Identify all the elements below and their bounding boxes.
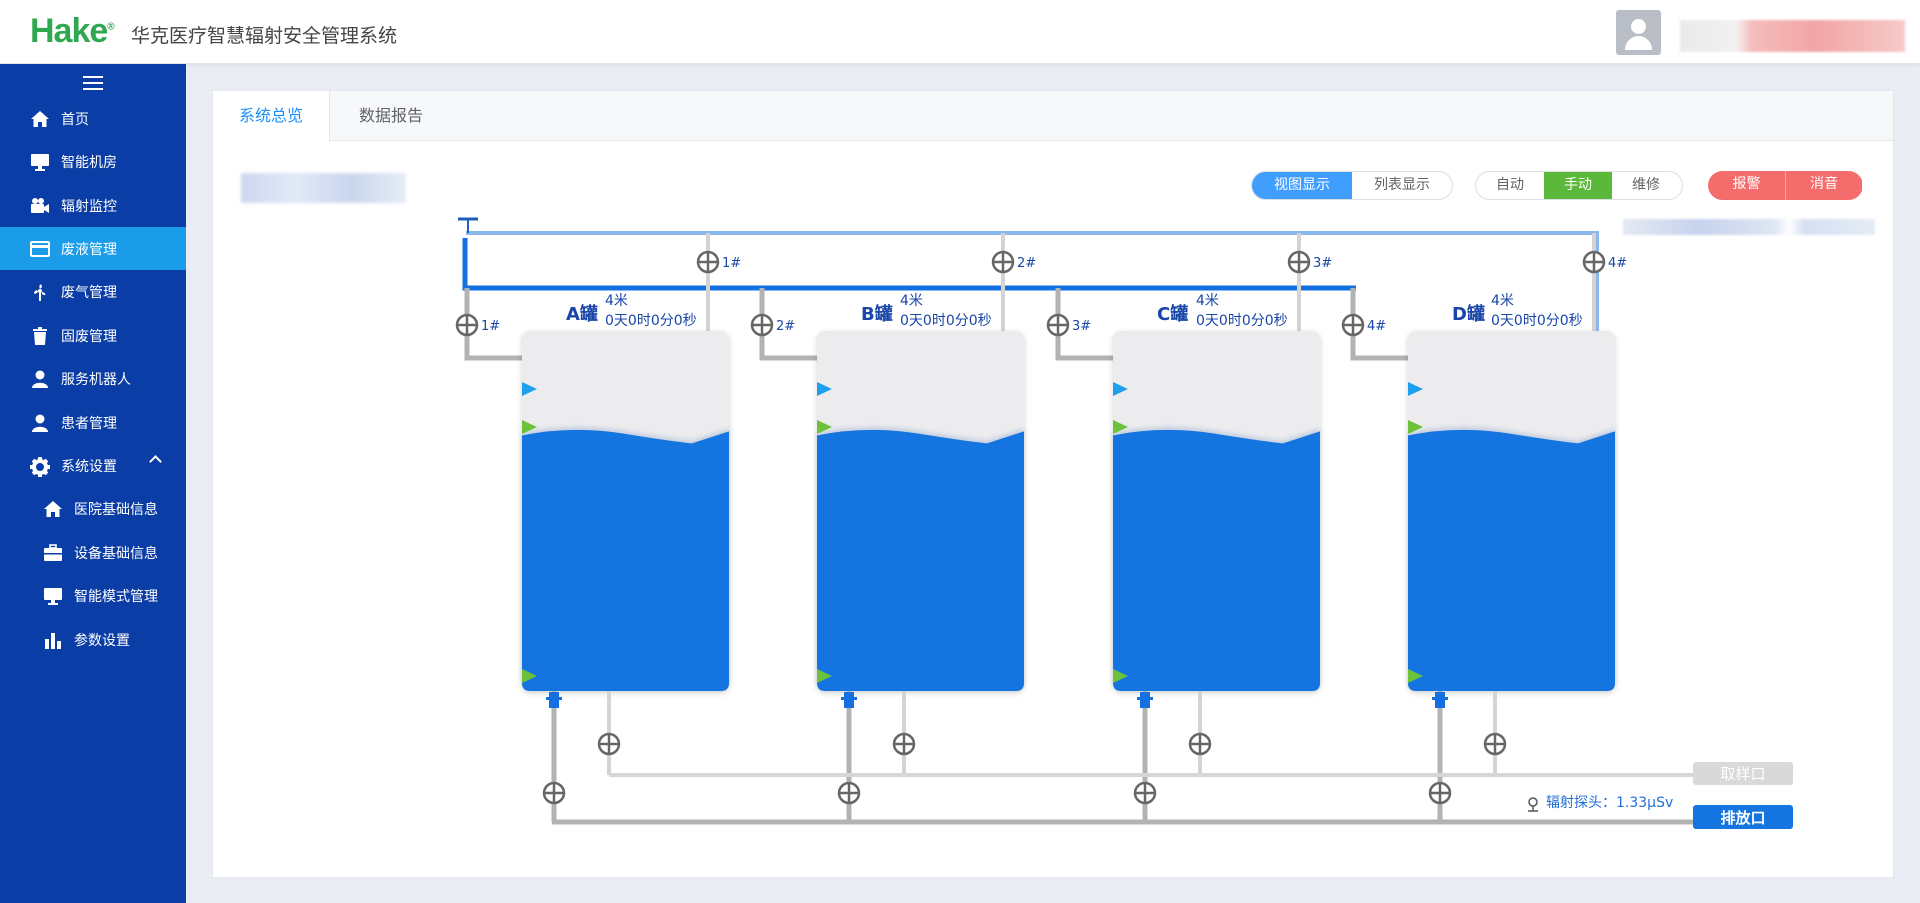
tank-diagram: A罐 4米 0天0时0分0秒 1# 1# B罐 4米 0天0时0分0秒 2# 2# C罐 4米 0天0时… [455,217,1793,829]
sidebar-item-label: 废气管理 [61,284,117,301]
brand-logo[interactable]: Hake® [30,12,115,51]
sidebar-item-label: 参数设置 [74,632,130,649]
sidebar-item-label: 系统设置 [61,458,117,475]
sidebar-subitem-parameters[interactable]: 参数设置 [0,618,186,661]
home-icon [43,500,63,518]
discharge-port-label: 排放口 [1720,809,1765,827]
sidebar-item-label: 设备基础信息 [74,545,158,562]
menu-collapse-icon[interactable] [83,76,103,92]
tank-name: A罐 [566,303,598,325]
sidebar-item-home[interactable]: 首页 [0,97,186,140]
main-panel: 系统总览 数据报告 视图显示 列表显示 自动 手动 维修 报警 消音 A罐 4米 0… [212,90,1894,878]
inlet-valve-icon[interactable] [455,313,479,337]
chevron-up-icon[interactable] [149,455,162,468]
inlet-valve-label: 4# [1367,319,1386,334]
tank-water-level [817,429,1024,691]
sidebar-item-label: 医院基础信息 [74,501,158,518]
sidebar-item-label: 智能模式管理 [74,588,158,605]
sidebar: 首页智能机房辐射监控废液管理废气管理固废管理服务机器人患者管理系统设置医院基础信… [0,64,186,903]
fan-icon [30,283,50,301]
sample-valve-icon[interactable] [597,732,621,756]
sidebar-item-smart-room[interactable]: 智能机房 [0,140,186,183]
vent-valve-label: 2# [1017,256,1036,271]
radiation-probe-icon [1528,797,1538,812]
sidebar-item-radiation-monitor[interactable]: 辐射监控 [0,184,186,227]
sidebar-item-label: 患者管理 [61,415,117,432]
sample-port-label: 取样口 [1720,765,1765,783]
sidebar-subitem-device-info[interactable]: 设备基础信息 [0,531,186,574]
discharge-valve-icon[interactable] [1133,781,1157,805]
tank-timer: 0天0时0分0秒 [1196,313,1288,329]
sidebar-item-label: 固废管理 [61,328,117,345]
inlet-valve-label: 1# [481,319,500,334]
sidebar-item-service-robot[interactable]: 服务机器人 [0,357,186,400]
tank-name: C罐 [1157,303,1188,325]
sample-valve-icon[interactable] [1188,732,1212,756]
vent-valve-icon[interactable] [696,250,720,274]
tank-water-level [1408,429,1615,691]
app-header: Hake® 华克医疗智慧辐射安全管理系统 [0,0,1920,64]
gear-icon [30,456,50,477]
inlet-valve-label: 3# [1072,319,1091,334]
inlet-valve-icon[interactable] [1046,313,1070,337]
discharge-valve-icon[interactable] [1428,781,1452,805]
radiation-probe-reading: 辐射探头：1.33μSv [1546,795,1673,811]
tank-timer: 0天0时0分0秒 [605,313,697,329]
discharge-valve-icon[interactable] [542,781,566,805]
discharge-valve-icon[interactable] [837,781,861,805]
tank-water-level [522,429,729,691]
tank-name: D罐 [1452,303,1485,325]
tank-level: 4米 [900,293,923,309]
sidebar-item-liquid-waste[interactable]: 废液管理 [0,227,186,270]
inlet-valve-label: 2# [776,319,795,334]
briefcase-icon [43,543,63,562]
sidebar-subitem-hospital-info[interactable]: 医院基础信息 [0,487,186,530]
tank-timer: 0天0时0分0秒 [900,313,992,329]
tank-water-level [1113,429,1320,691]
sidebar-item-system-settings[interactable]: 系统设置 [0,444,186,487]
inlet-valve-icon[interactable] [1341,313,1365,337]
user-avatar[interactable] [1616,10,1661,55]
inlet-valve-icon[interactable] [750,313,774,337]
sidebar-subitem-smart-mode[interactable]: 智能模式管理 [0,574,186,617]
tank-level: 4米 [1491,293,1514,309]
camera-icon [30,197,50,215]
vent-valve-label: 4# [1608,256,1627,271]
tank-timer: 0天0时0分0秒 [1491,313,1583,329]
sample-valve-icon[interactable] [892,732,916,756]
sidebar-item-label: 辐射监控 [61,198,117,215]
sidebar-item-label: 废液管理 [61,241,117,258]
sidebar-item-label: 智能机房 [61,154,117,171]
user-info-redacted[interactable] [1680,20,1905,52]
vent-valve-label: 1# [722,256,741,271]
tank-level: 4米 [605,293,628,309]
card-icon [30,240,50,258]
inlet-header-pipe [462,238,1356,291]
user-icon [30,370,50,388]
sidebar-item-gas-waste[interactable]: 废气管理 [0,270,186,313]
bar-chart-icon [43,631,63,649]
user-icon [30,414,50,432]
monitor-icon [43,587,63,605]
sidebar-item-solid-waste[interactable]: 固废管理 [0,314,186,357]
sidebar-item-label: 服务机器人 [61,371,131,388]
trash-icon [30,326,50,345]
sample-valve-icon[interactable] [1483,732,1507,756]
tank-level: 4米 [1196,293,1219,309]
system-title: 华克医疗智慧辐射安全管理系统 [131,25,398,47]
sidebar-item-patient-mgmt[interactable]: 患者管理 [0,401,186,444]
vent-valve-icon[interactable] [991,250,1015,274]
vent-valve-label: 3# [1313,256,1332,271]
tank-name: B罐 [861,303,893,325]
vent-valve-icon[interactable] [1582,250,1606,274]
vent-valve-icon[interactable] [1287,250,1311,274]
home-icon [30,110,50,128]
monitor-icon [30,153,50,171]
sidebar-item-label: 首页 [61,111,89,128]
